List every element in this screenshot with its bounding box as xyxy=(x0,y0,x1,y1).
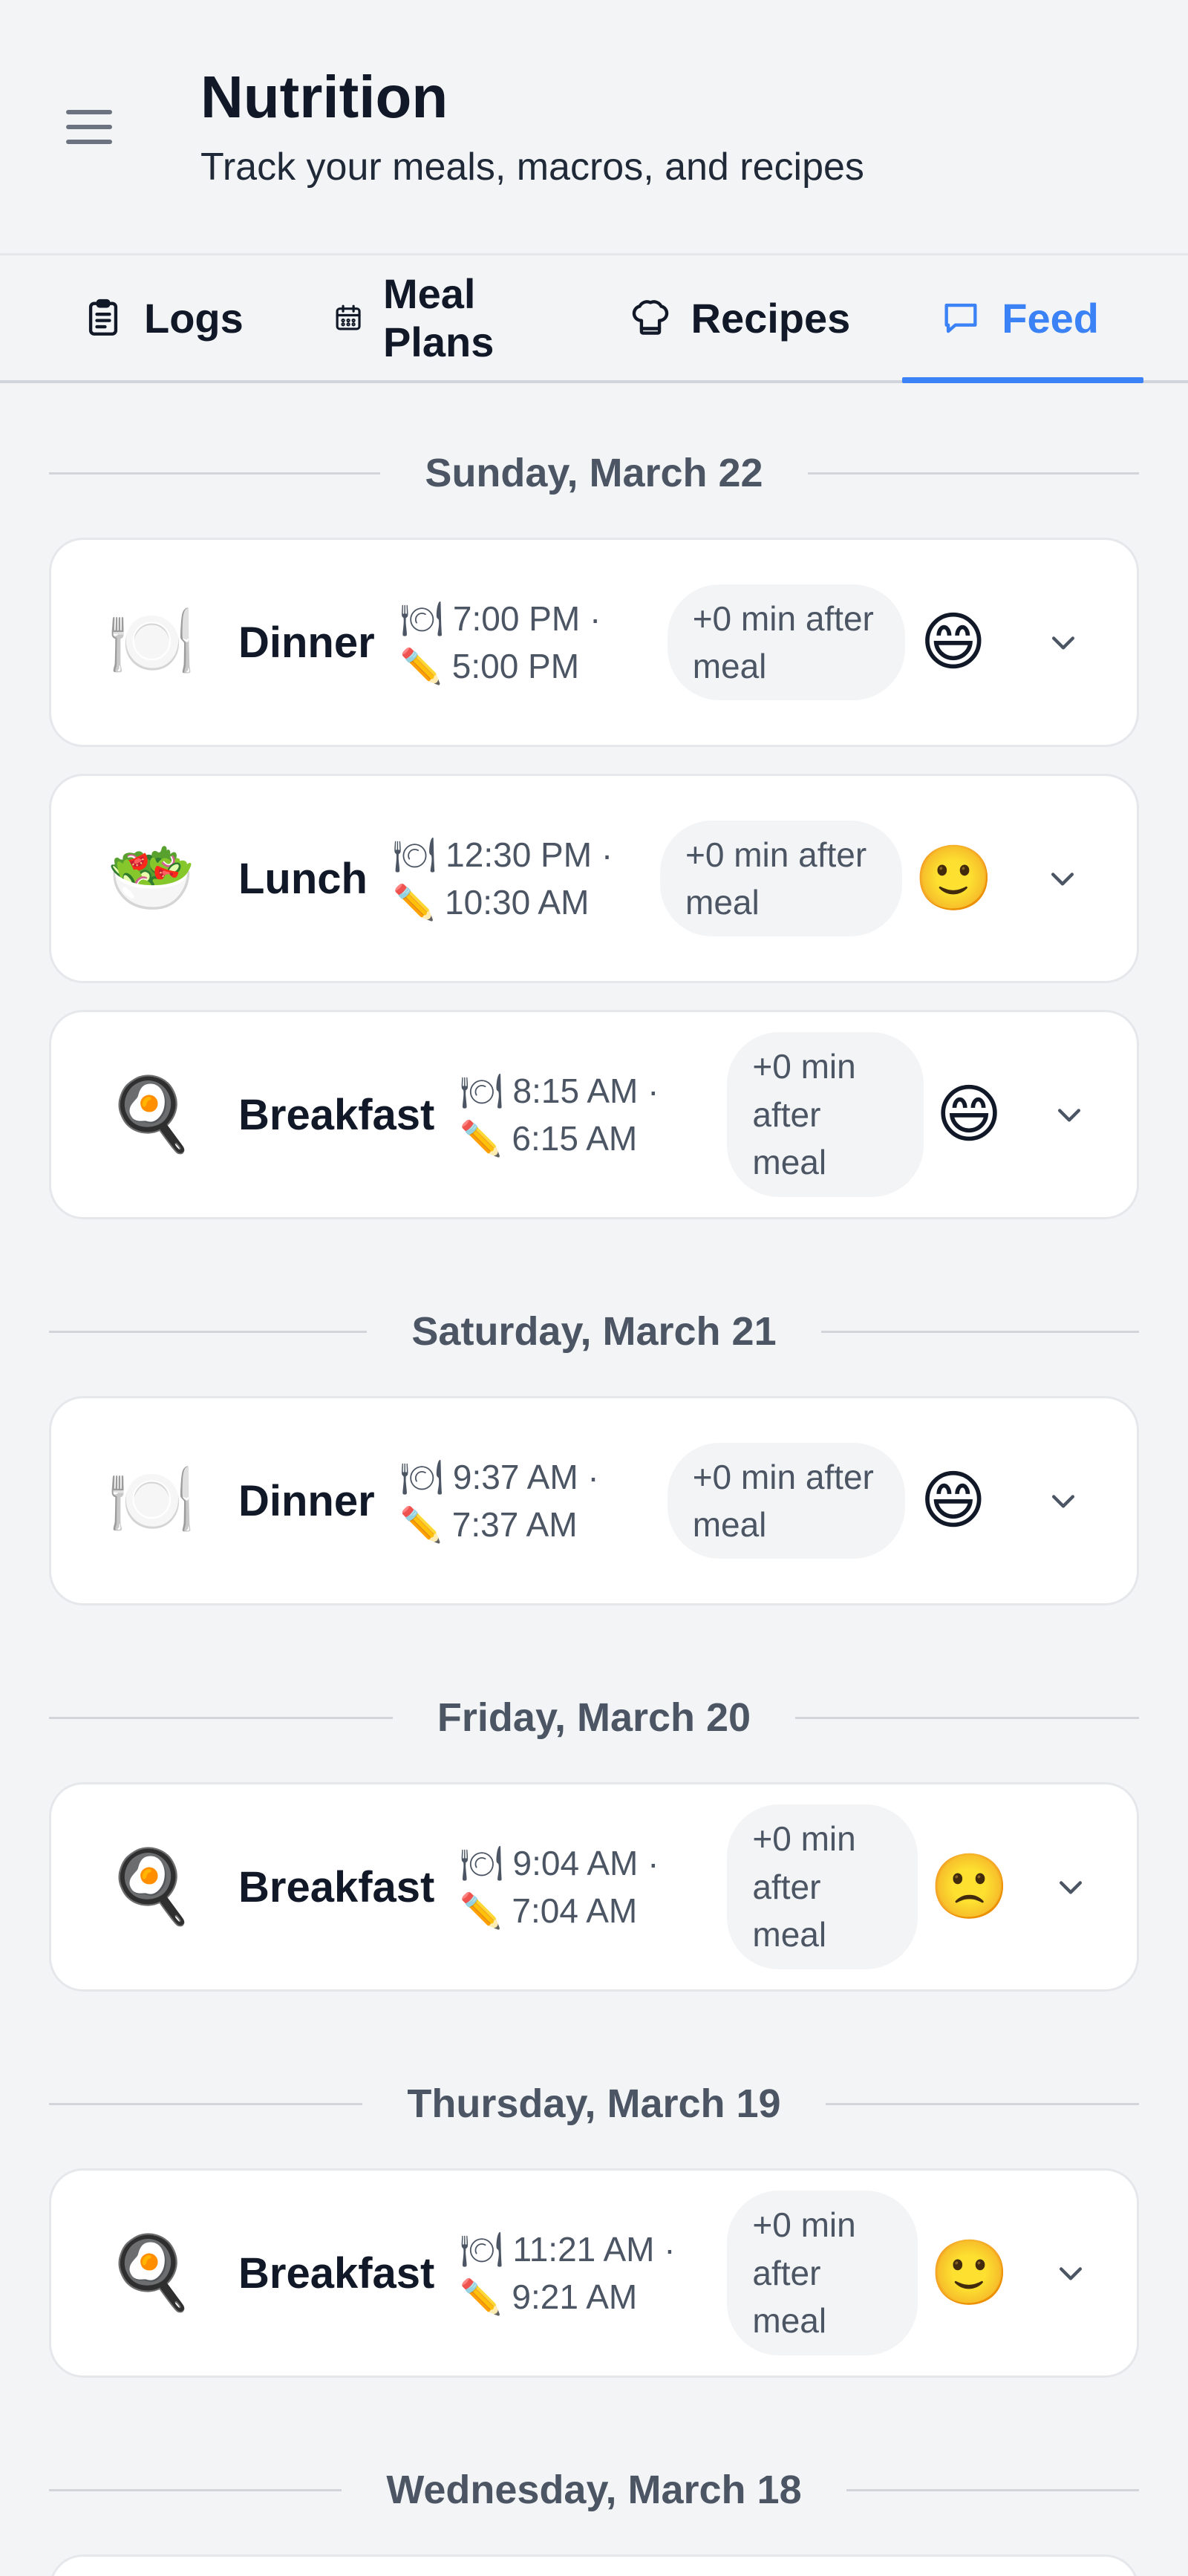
meal-times: 🍽 9:04 AM · ✏️ 7:04 AM xyxy=(460,1839,727,1935)
tab-meal-plans[interactable]: Meal Plans xyxy=(333,255,584,380)
meal-times: 🍽 8:15 AM · ✏️ 6:15 AM xyxy=(460,1067,727,1163)
meal-card[interactable]: 🥗 Lunch 🍽 12:30 PM · ✏️ 10:30 AM +0 min … xyxy=(49,774,1139,983)
meal-times: 🍽 7:00 PM · ✏️ 5:00 PM xyxy=(400,595,668,691)
day-label: Wednesday, March 18 xyxy=(386,2468,802,2512)
meal-time: 🍽 7:00 PM · xyxy=(399,599,601,638)
day-header: Thursday, March 19 xyxy=(49,2081,1140,2127)
meal-card[interactable]: 🍽️ Dinner 🍽 9:37 AM · ✏️ 7:37 AM +0 min … xyxy=(49,1396,1139,1605)
menu-icon[interactable] xyxy=(52,90,126,164)
meal-name: Dinner xyxy=(238,1476,375,1525)
meal-card[interactable]: 🍽️ Dinner 🍽 7:00 PM · ✏️ 5:00 PM +0 min … xyxy=(49,538,1139,747)
meal-times: 🍽 11:21 AM · ✏️ 9:21 AM xyxy=(460,2226,727,2321)
frying-pan-icon: 🍳 xyxy=(107,2233,196,2312)
mood-icon: 🙁 xyxy=(930,1851,1010,1923)
day-header: Wednesday, March 18 xyxy=(49,2467,1140,2513)
delta-badge: +0 min after meal xyxy=(727,1804,918,1969)
logged-time: ✏️ 6:15 AM xyxy=(460,1119,638,1158)
tab-bar: Logs Meal Plans Recipes Feed xyxy=(0,255,1188,383)
app-header: Nutrition Track your meals, macros, and … xyxy=(0,0,1188,255)
meal-card[interactable] xyxy=(49,2554,1139,2576)
chef-hat-icon xyxy=(629,296,672,339)
day-label: Saturday, March 21 xyxy=(411,1309,777,1354)
plate-icon: 🍽️ xyxy=(107,602,196,682)
delta-badge: +0 min after meal xyxy=(660,820,902,937)
tab-label: Recipes xyxy=(691,294,851,342)
meal-card[interactable]: 🍳 Breakfast 🍽 11:21 AM · ✏️ 9:21 AM +0 m… xyxy=(49,2168,1139,2378)
mood-icon: 😄 xyxy=(920,1465,987,1536)
delta-badge: +0 min after meal xyxy=(667,1442,905,1559)
meal-times: 🍽 12:30 PM · ✏️ 10:30 AM xyxy=(393,831,660,927)
chevron-down-icon[interactable] xyxy=(1034,1471,1092,1530)
day-label: Thursday, March 19 xyxy=(407,2081,781,2126)
meal-time: 🍽 11:21 AM · xyxy=(460,2229,676,2269)
plate-icon: 🍽️ xyxy=(107,1461,196,1540)
chat-icon xyxy=(939,296,982,339)
salad-icon: 🥗 xyxy=(107,838,196,918)
mood-icon: 🙂 xyxy=(930,2237,1010,2309)
meal-card[interactable]: 🍳 Breakfast 🍽 9:04 AM · ✏️ 7:04 AM +0 mi… xyxy=(49,1782,1139,1992)
day-label: Friday, March 20 xyxy=(437,1695,751,1740)
clipboard-icon xyxy=(82,296,125,339)
meal-name: Breakfast xyxy=(238,1090,435,1139)
chevron-down-icon[interactable] xyxy=(1047,1085,1092,1144)
meal-time: 🍽 9:04 AM · xyxy=(460,1843,659,1882)
title-block: Nutrition Track your meals, macros, and … xyxy=(200,63,864,189)
mood-icon: 😄 xyxy=(936,1079,1002,1150)
tab-label: Meal Plans xyxy=(382,270,495,365)
chevron-down-icon[interactable] xyxy=(1034,613,1092,672)
frying-pan-icon: 🍳 xyxy=(107,1075,196,1154)
tab-logs[interactable]: Logs xyxy=(82,255,288,380)
day-header: Friday, March 20 xyxy=(49,1695,1140,1741)
meal-name: Dinner xyxy=(238,618,375,667)
page-title: Nutrition xyxy=(200,63,448,130)
logged-time: ✏️ 10:30 AM xyxy=(392,883,590,922)
meal-time: 🍽 9:37 AM · xyxy=(399,1457,599,1496)
frying-pan-icon: 🍳 xyxy=(107,1847,196,1926)
logged-time: ✏️ 9:21 AM xyxy=(460,2277,638,2316)
mood-icon: 😄 xyxy=(920,607,987,678)
meal-times: 🍽 9:37 AM · ✏️ 7:37 AM xyxy=(400,1453,668,1549)
meal-card[interactable]: 🍳 Breakfast 🍽 8:15 AM · ✏️ 6:15 AM +0 mi… xyxy=(49,1010,1139,1219)
meal-name: Breakfast xyxy=(238,1862,435,1911)
day-header: Saturday, March 21 xyxy=(49,1308,1140,1354)
logged-time: ✏️ 7:37 AM xyxy=(399,1505,578,1544)
tab-feed[interactable]: Feed xyxy=(902,255,1143,383)
day-header: Sunday, March 22 xyxy=(49,450,1139,496)
chevron-down-icon[interactable] xyxy=(1048,1857,1092,1917)
delta-badge: +0 min after meal xyxy=(667,584,905,701)
mood-icon: 🙂 xyxy=(914,843,994,914)
logged-time: ✏️ 5:00 PM xyxy=(399,647,580,685)
delta-badge: +0 min after meal xyxy=(727,2191,918,2355)
meal-time: 🍽 8:15 AM · xyxy=(460,1071,659,1110)
calendar-icon xyxy=(333,296,364,339)
meal-name: Lunch xyxy=(238,854,368,903)
meal-feed: Sunday, March 22 🍽️ Dinner 🍽 7:00 PM · ✏… xyxy=(0,383,1188,2576)
meal-time: 🍽 12:30 PM · xyxy=(392,835,613,874)
tab-label: Feed xyxy=(1002,294,1099,342)
chevron-down-icon[interactable] xyxy=(1048,2243,1092,2303)
delta-badge: +0 min after meal xyxy=(727,1032,924,1197)
chevron-down-icon[interactable] xyxy=(1033,849,1092,908)
meal-name: Breakfast xyxy=(238,2249,435,2298)
day-label: Sunday, March 22 xyxy=(425,451,763,495)
logged-time: ✏️ 7:04 AM xyxy=(460,1891,638,1930)
tab-label: Logs xyxy=(144,294,244,342)
page-subtitle: Track your meals, macros, and recipes xyxy=(200,145,864,189)
tab-recipes[interactable]: Recipes xyxy=(629,255,895,380)
